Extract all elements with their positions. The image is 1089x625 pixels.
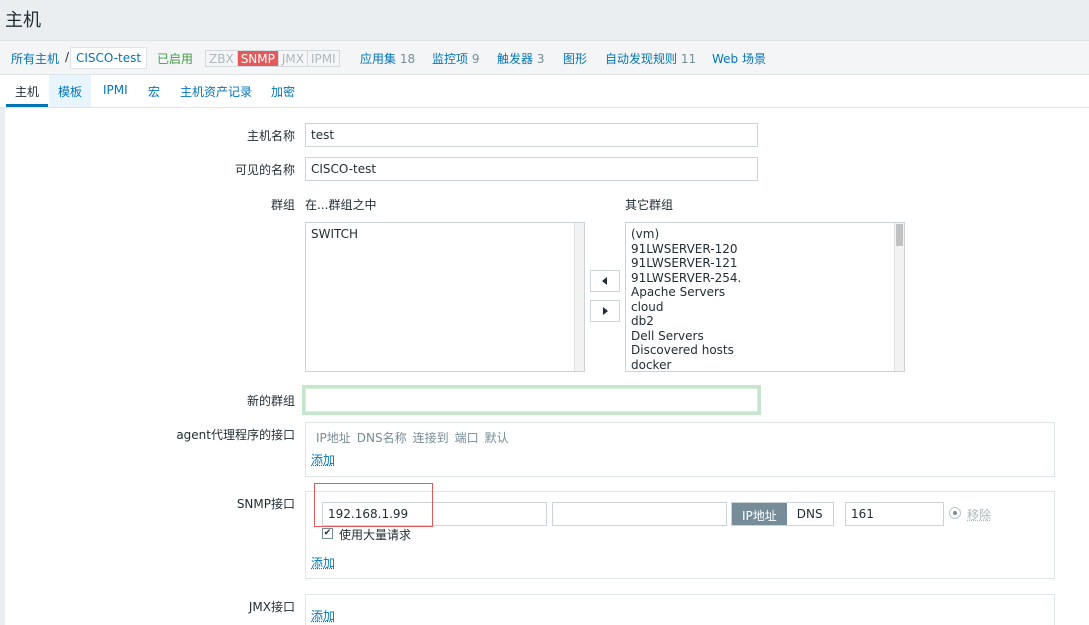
bulk-requests-checkbox[interactable]: ✔ (322, 528, 333, 539)
connect-dns-button[interactable]: DNS (786, 503, 833, 525)
list-item[interactable]: Apache Servers (626, 285, 904, 300)
availability-jmx: JMX (278, 51, 308, 66)
availability-ipmi: IPMI (308, 51, 339, 66)
page-title: 主机 (5, 10, 41, 31)
breadcrumb-all-hosts[interactable]: 所有主机 (11, 50, 59, 67)
snmp-interfaces-label: SNMP接口 (236, 497, 295, 511)
move-to-in-groups-button[interactable] (590, 270, 620, 292)
arrow-left-icon (602, 277, 607, 285)
highlight-box (314, 483, 433, 527)
column-dns: DNS名称 (356, 431, 407, 445)
visible-name-label: 可见的名称 (234, 163, 295, 177)
visible-name-input[interactable]: CISCO-test (305, 157, 758, 181)
bulk-requests-label: 使用大量请求 (339, 528, 412, 542)
list-item[interactable]: db2 (626, 314, 904, 329)
tab-inventory[interactable]: 主机资产记录 (171, 75, 261, 107)
agent-interfaces-label: agent代理程序的接口 (176, 428, 295, 442)
jmx-interfaces-label: JMX接口 (248, 600, 295, 614)
list-item[interactable]: 91LWSERVER-254. (626, 271, 904, 286)
connect-ip-button[interactable]: IP地址 (732, 503, 787, 525)
list-item[interactable]: Discovered hosts (626, 343, 904, 358)
agent-add-link[interactable]: 添加 (311, 451, 335, 468)
new-group-label: 新的群组 (246, 394, 295, 408)
tab-templates[interactable]: 模板 (49, 75, 92, 107)
new-group-input[interactable] (305, 388, 758, 412)
availability-zbx: ZBX (206, 51, 238, 66)
in-groups-list[interactable]: SWITCH (305, 222, 585, 372)
list-item[interactable]: 91LWSERVER-121 (626, 256, 904, 271)
arrow-right-icon (603, 307, 608, 315)
column-default: 默认 (484, 431, 509, 445)
snmp-add-link[interactable]: 添加 (311, 554, 335, 571)
form-tabs: 主机 模板 IPMI 宏 主机资产记录 加密 (0, 75, 1089, 108)
availability-indicators: ZBX SNMP JMX IPMI (205, 50, 340, 67)
breadcrumb-separator: / (65, 50, 70, 64)
list-item[interactable]: (vm) (626, 227, 904, 242)
tab-host[interactable]: 主机 (6, 75, 49, 107)
scrollbar-thumb[interactable] (896, 224, 903, 246)
agent-interfaces-header: IP地址 DNS名称 连接到 端口 默认 (316, 429, 515, 446)
column-port: 端口 (454, 431, 479, 445)
snmp-port-input[interactable]: 161 (845, 502, 944, 526)
link-web-scenarios[interactable]: Web 场景 (712, 50, 766, 67)
host-name-label: 主机名称 (246, 129, 295, 143)
tab-ipmi[interactable]: IPMI (94, 75, 137, 107)
availability-snmp: SNMP (237, 51, 279, 66)
page-header: 主机 (0, 0, 1089, 40)
jmx-add-link[interactable]: 添加 (311, 607, 335, 624)
list-item[interactable]: Dell Servers (626, 329, 904, 344)
snmp-remove-link[interactable]: 移除 (967, 506, 991, 523)
snmp-dns-input[interactable] (552, 502, 727, 526)
host-name-input[interactable]: test (305, 123, 758, 147)
column-ip: IP地址 (316, 431, 351, 445)
link-triggers[interactable]: 触发器 3 (497, 50, 544, 67)
list-item[interactable]: cloud (626, 300, 904, 315)
in-groups-heading: 在...群组之中 (305, 198, 377, 212)
list-item[interactable]: 91LWSERVER-120 (626, 242, 904, 257)
link-items[interactable]: 监控项 9 (432, 50, 479, 67)
status-badge[interactable]: 已启用 (157, 50, 193, 67)
snmp-connect-to-toggle: IP地址 DNS (731, 502, 834, 526)
groups-label: 群组 (270, 198, 295, 212)
link-graphs[interactable]: 图形 (563, 50, 587, 67)
list-item[interactable]: docker (626, 358, 904, 372)
list-item[interactable]: SWITCH (306, 227, 584, 242)
in-groups-scrollbar[interactable] (574, 223, 584, 371)
other-groups-scrollbar[interactable] (894, 223, 904, 371)
snmp-default-radio[interactable] (949, 507, 961, 519)
agent-interfaces-panel: IP地址 DNS名称 连接到 端口 默认 (305, 422, 1055, 477)
move-to-other-groups-button[interactable] (590, 300, 620, 322)
host-navigation-bar: 所有主机 / CISCO-test 已启用 ZBX SNMP JMX IPMI … (0, 40, 1089, 75)
tab-macros[interactable]: 宏 (139, 75, 169, 107)
tab-encryption[interactable]: 加密 (262, 75, 304, 107)
jmx-interfaces-panel (305, 594, 1055, 625)
link-discovery-rules[interactable]: 自动发现规则 11 (605, 50, 696, 67)
breadcrumb-current-host[interactable]: CISCO-test (70, 47, 148, 69)
link-applications[interactable]: 应用集 18 (360, 50, 415, 67)
other-groups-list[interactable]: (vm) 91LWSERVER-120 91LWSERVER-121 91LWS… (625, 222, 905, 372)
column-connect-to: 连接到 (412, 431, 449, 445)
other-groups-heading: 其它群组 (625, 198, 674, 212)
